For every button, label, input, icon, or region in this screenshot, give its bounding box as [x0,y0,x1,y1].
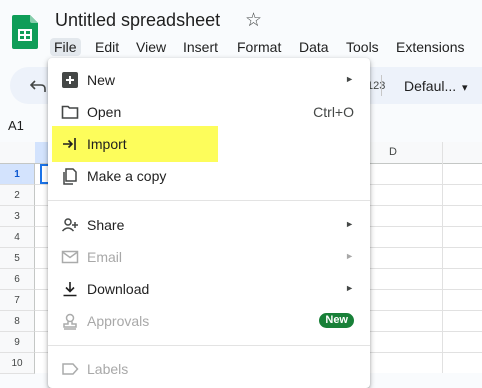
menu-item-new[interactable]: New ► [48,64,370,96]
menu-data[interactable]: Data [295,38,333,56]
menu-item-label: New [87,72,116,88]
column-divider [442,142,443,373]
row-header[interactable]: 6 [0,269,35,290]
menu-item-make-a-copy[interactable]: Make a copy [48,160,370,192]
submenu-arrow-icon: ► [345,219,354,229]
share-person-icon [61,216,79,234]
submenu-arrow-icon: ► [345,74,354,84]
menu-file[interactable]: File [50,38,81,56]
menu-item-label: Share [87,217,125,233]
menu-item-share[interactable]: Share ► [48,209,370,241]
row-header[interactable]: 10 [0,353,35,374]
row-header[interactable]: 1 [0,164,35,185]
folder-icon [61,103,79,121]
toolbar-divider [381,75,382,96]
labels-icon [61,360,79,378]
menu-tools[interactable]: Tools [342,38,383,56]
column-header-d[interactable]: D [389,146,397,158]
menu-item-download[interactable]: Download ► [48,273,370,305]
new-badge: New [319,313,354,328]
row-header[interactable]: 8 [0,311,35,332]
submenu-arrow-icon: ► [345,283,354,293]
shortcut-label: Ctrl+O [313,104,354,120]
menu-item-label: Labels [87,361,129,377]
submenu-arrow-icon: ► [345,251,354,261]
download-icon [61,280,79,298]
menu-separator [48,200,370,201]
menu-separator [48,345,370,346]
menu-item-label: Approvals [87,313,150,329]
row-header[interactable]: 4 [0,227,35,248]
menu-edit[interactable]: Edit [91,38,123,56]
new-sheet-icon [61,71,79,89]
row-header[interactable]: 7 [0,290,35,311]
copy-icon [61,167,79,185]
row-header[interactable]: 2 [0,185,35,206]
row-header[interactable]: 3 [0,206,35,227]
email-icon [61,248,79,266]
menu-item-label: Open [87,104,122,120]
chevron-down-icon: ▾ [462,82,468,94]
document-title[interactable]: Untitled spreadsheet [55,10,220,31]
menu-extensions[interactable]: Extensions [392,38,468,56]
menu-item-label: Email [87,249,123,265]
menu-item-label: Import [87,136,127,152]
menu-view[interactable]: View [132,38,170,56]
font-select[interactable]: Defaul... ▾ [398,75,474,97]
menu-item-approvals[interactable]: Approvals New [48,305,370,337]
name-box[interactable]: A1 [8,118,24,133]
row-header[interactable]: 9 [0,332,35,353]
menu-item-import[interactable]: Import [48,128,370,160]
menu-item-labels[interactable]: Labels [48,353,370,385]
sheets-logo-icon[interactable] [12,15,38,49]
font-select-value: Defaul... [404,78,457,94]
menu-item-label: Download [87,281,150,297]
menu-item-open[interactable]: Open Ctrl+O [48,96,370,128]
row-header[interactable]: 5 [0,248,35,269]
approvals-icon [61,312,79,330]
menu-format[interactable]: Format [233,38,285,56]
import-icon [61,135,79,153]
menu-item-label: Make a copy [87,168,167,184]
menu-item-email[interactable]: Email ► [48,241,370,273]
star-icon[interactable]: ☆ [245,11,262,31]
menu-insert[interactable]: Insert [179,38,222,56]
undo-icon[interactable] [29,79,46,98]
